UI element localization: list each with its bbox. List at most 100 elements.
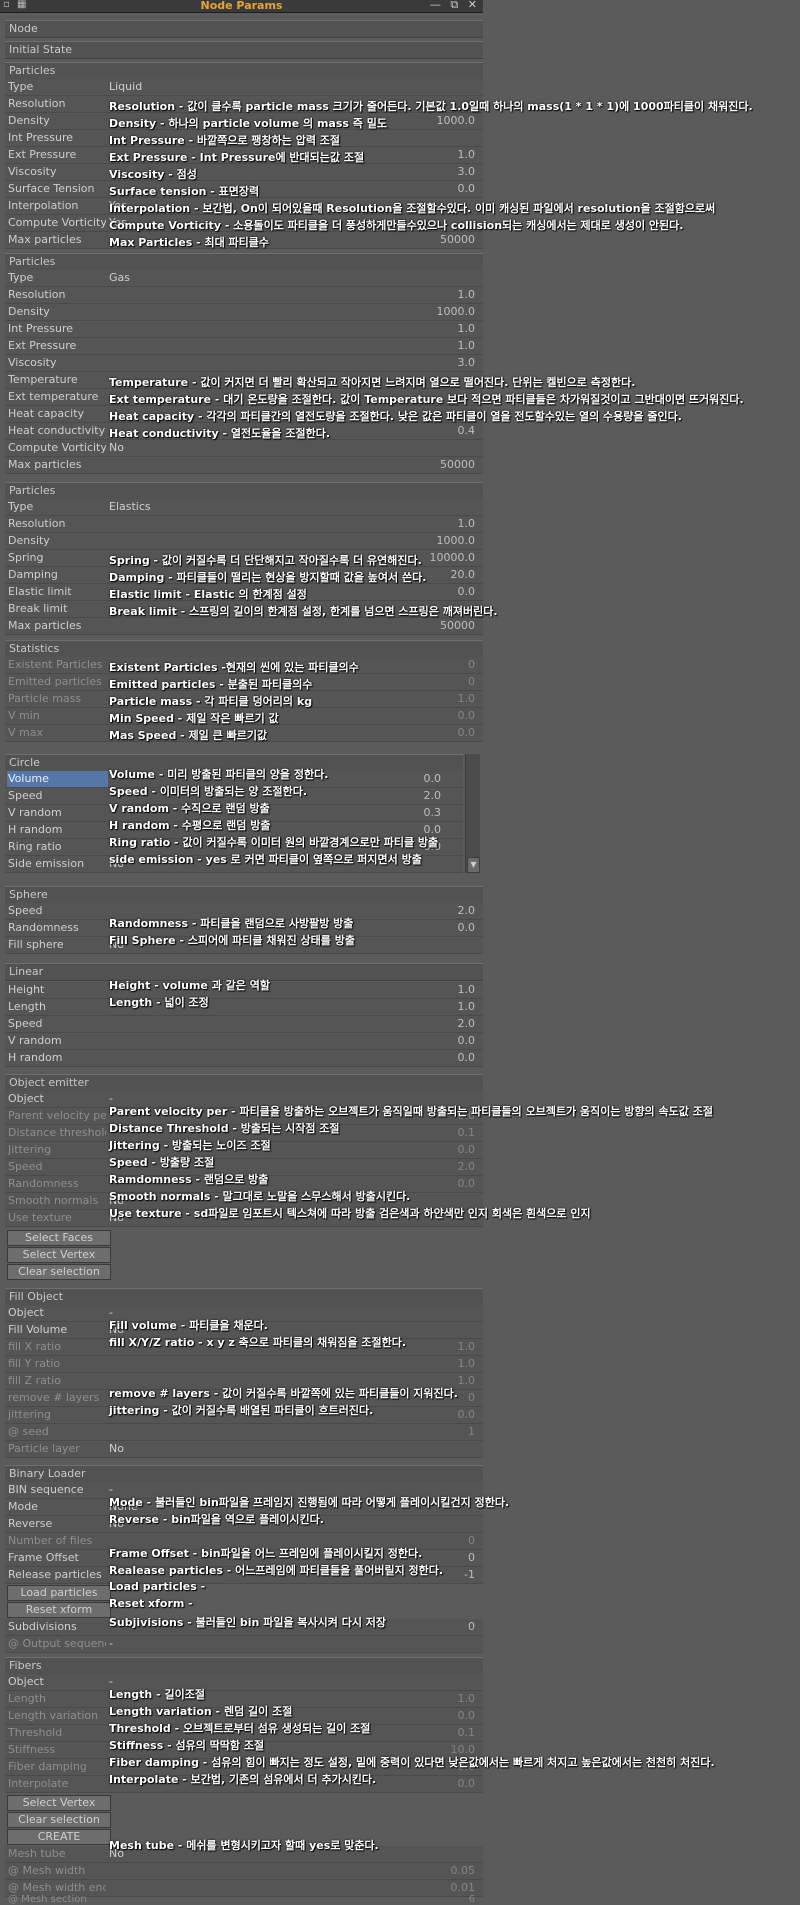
- param-type[interactable]: Type Liquid: [5, 79, 483, 96]
- param-value[interactable]: 0.1: [458, 1726, 476, 1739]
- clear-selection-button[interactable]: Clear selection: [7, 1812, 111, 1828]
- param-value[interactable]: 0.0: [458, 182, 476, 195]
- param-value[interactable]: 1.0: [458, 1000, 476, 1013]
- param-value[interactable]: 1.0: [458, 983, 476, 996]
- param-value[interactable]: 50000: [440, 233, 475, 246]
- param-value[interactable]: Elastics: [109, 500, 151, 513]
- create-button[interactable]: CREATE: [7, 1829, 111, 1845]
- param-value[interactable]: 0.0: [458, 1777, 476, 1790]
- param-value[interactable]: 3.0: [458, 165, 476, 178]
- param-int-pressure[interactable]: Int Pressure 1.0: [5, 321, 483, 338]
- param-value[interactable]: No: [109, 1442, 124, 1455]
- param-value[interactable]: 0.0: [458, 1051, 476, 1064]
- param-value[interactable]: 0.0: [458, 1709, 476, 1722]
- param-value[interactable]: 0: [468, 1620, 475, 1633]
- section-particles-gas[interactable]: Particles: [5, 253, 483, 271]
- param-value[interactable]: 0.3: [424, 806, 442, 819]
- param-value[interactable]: 0.01: [451, 1881, 476, 1894]
- param-max-particles[interactable]: Max particles 50000: [5, 618, 483, 635]
- param-viscosity[interactable]: Viscosity 3.0: [5, 355, 483, 372]
- param-value[interactable]: 0.0: [458, 1177, 476, 1190]
- param-value[interactable]: 50000: [440, 458, 475, 471]
- param-speed[interactable]: Speed 2.0: [5, 1016, 483, 1033]
- param-value[interactable]: No: [109, 441, 124, 454]
- section-binary-loader[interactable]: Binary Loader: [5, 1465, 483, 1483]
- param-value[interactable]: 10000.0: [430, 551, 476, 564]
- param-value[interactable]: 1.0: [458, 1340, 476, 1353]
- param-value[interactable]: 0.0: [458, 1034, 476, 1047]
- param-value[interactable]: 6: [469, 1894, 475, 1905]
- param-value[interactable]: 0.0: [458, 1408, 476, 1421]
- param-value[interactable]: -: [109, 1637, 113, 1650]
- select-vertex-button[interactable]: Select Vertex: [7, 1247, 111, 1263]
- param-value[interactable]: 3.0: [458, 356, 476, 369]
- param-seed[interactable]: @ seed 1: [5, 1424, 483, 1441]
- param-resolution[interactable]: Resolution 1.0: [5, 516, 483, 533]
- param-value[interactable]: 1.0: [458, 148, 476, 161]
- param-density[interactable]: Density 1000.0: [5, 304, 483, 321]
- section-particles-liquid[interactable]: Particles: [5, 62, 483, 80]
- param-value[interactable]: 0.05: [451, 1864, 476, 1877]
- param-value[interactable]: 1000.0: [437, 305, 476, 318]
- select-vertex-button[interactable]: Select Vertex: [7, 1795, 111, 1811]
- select-faces-button[interactable]: Select Faces: [7, 1230, 111, 1246]
- param-value[interactable]: Liquid: [109, 80, 142, 93]
- param-value[interactable]: 0.1: [458, 1126, 476, 1139]
- param-value[interactable]: 0: [468, 1551, 475, 1564]
- section-object-emitter[interactable]: Object emitter: [5, 1074, 483, 1092]
- section-sphere[interactable]: Sphere: [5, 886, 483, 904]
- param-value[interactable]: 20.0: [451, 568, 476, 581]
- param-value[interactable]: 1: [468, 1425, 475, 1438]
- param-resolution[interactable]: Resolution 1.0: [5, 287, 483, 304]
- window-controls-icons[interactable]: — ⧉ ✕: [430, 0, 480, 12]
- param-type[interactable]: Type Gas: [5, 270, 483, 287]
- param-value[interactable]: 1.0: [458, 517, 476, 530]
- param-value[interactable]: 0.0: [458, 921, 476, 934]
- section-particles-elastics[interactable]: Particles: [5, 482, 483, 500]
- param-value[interactable]: 1000.0: [437, 114, 476, 127]
- reset-xform-button[interactable]: Reset xform: [7, 1602, 111, 1618]
- param-value[interactable]: 2.0: [424, 789, 442, 802]
- param-value[interactable]: 1.0: [458, 1692, 476, 1705]
- param-max-particles[interactable]: Max particles 50000: [5, 457, 483, 474]
- param-value[interactable]: 0: [468, 1391, 475, 1404]
- param-value[interactable]: 0.0: [458, 1143, 476, 1156]
- circle-scrollbar[interactable]: ▼: [465, 754, 480, 873]
- param-ext-pressure[interactable]: Ext Pressure 1.0: [5, 338, 483, 355]
- section-initial-state[interactable]: Initial State: [5, 41, 483, 59]
- param-viscosity[interactable]: Viscosity 3.0: [5, 164, 483, 181]
- param-mesh-width[interactable]: @ Mesh width 0.05: [5, 1863, 483, 1880]
- section-fill-object[interactable]: Fill Object: [5, 1288, 483, 1306]
- param-fill-y-ratio[interactable]: fill Y ratio 1.0: [5, 1356, 483, 1373]
- param-v-random[interactable]: V random 0.0: [5, 1033, 483, 1050]
- param-output-sequence[interactable]: @ Output sequence-: [5, 1636, 483, 1653]
- clear-selection-button[interactable]: Clear selection: [7, 1264, 111, 1280]
- section-statistics[interactable]: Statistics: [5, 640, 483, 658]
- param-value[interactable]: -1: [464, 1568, 475, 1581]
- param-length[interactable]: Length 1.0: [5, 999, 483, 1016]
- param-value[interactable]: 1000.0: [437, 534, 476, 547]
- param-value[interactable]: 0.0: [458, 585, 476, 598]
- param-value[interactable]: 0.4: [458, 424, 476, 437]
- param-value[interactable]: 1.0: [458, 1374, 476, 1387]
- section-node[interactable]: Node: [5, 20, 483, 38]
- section-fibers[interactable]: Fibers: [5, 1657, 483, 1675]
- param-value[interactable]: 1.0: [458, 339, 476, 352]
- param-value[interactable]: 2.0: [458, 1017, 476, 1030]
- param-value[interactable]: 1.0: [458, 1357, 476, 1370]
- param-value[interactable]: 0.0: [424, 772, 442, 785]
- param-type[interactable]: Type Elastics: [5, 499, 483, 516]
- param-value[interactable]: 2.0: [458, 1160, 476, 1173]
- param-value[interactable]: 2.0: [458, 904, 476, 917]
- param-value[interactable]: 1.0: [458, 288, 476, 301]
- param-value[interactable]: 50000: [440, 619, 475, 632]
- param-compute-vorticity[interactable]: Compute Vorticity No: [5, 440, 483, 457]
- param-h-random[interactable]: H random 0.0: [5, 1050, 483, 1067]
- param-object[interactable]: Object -: [5, 1674, 483, 1691]
- load-particles-button[interactable]: Load particles: [7, 1585, 111, 1601]
- scroll-down-icon[interactable]: ▼: [467, 857, 480, 873]
- param-density[interactable]: Density 1000.0: [5, 533, 483, 550]
- param-value[interactable]: Gas: [109, 271, 130, 284]
- param-value[interactable]: 1.0: [458, 322, 476, 335]
- param-particle-layer[interactable]: Particle layer No: [5, 1441, 483, 1458]
